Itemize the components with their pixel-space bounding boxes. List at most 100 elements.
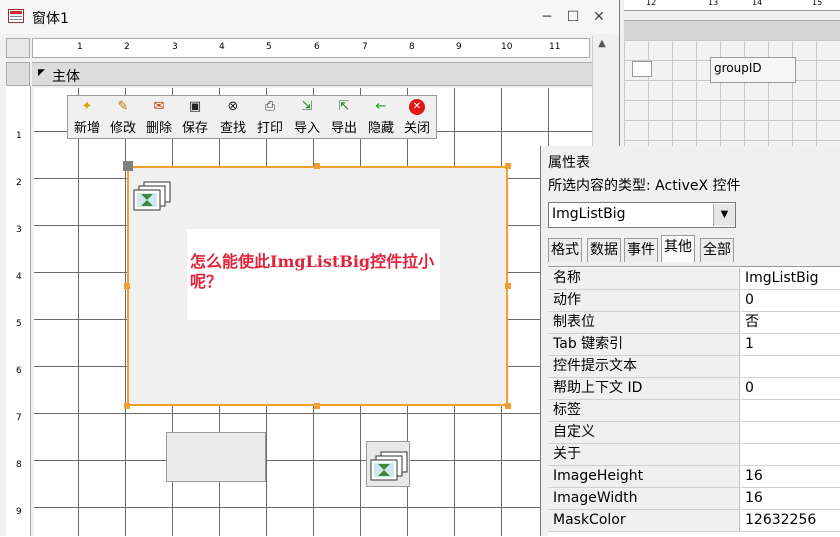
property-row[interactable]: 动作 0 bbox=[548, 290, 840, 312]
background-checkbox[interactable] bbox=[632, 61, 652, 77]
find-label: 查找 bbox=[219, 121, 246, 136]
property-value[interactable] bbox=[741, 444, 840, 465]
delete-icon: ✉ bbox=[153, 99, 165, 114]
import-button[interactable]: ⇲ 导入 bbox=[290, 99, 324, 137]
resize-handle-left[interactable] bbox=[124, 283, 130, 289]
ruler-tick: 6 bbox=[314, 42, 320, 52]
section-collapse-icon[interactable]: ◤ bbox=[38, 68, 45, 78]
delete-button[interactable]: ✉ 删除 bbox=[142, 99, 176, 137]
property-row[interactable]: 名称 ImgListBig bbox=[548, 268, 840, 290]
ruler-tick: 2 bbox=[124, 42, 130, 52]
property-row[interactable]: 标签 bbox=[548, 400, 840, 422]
selection-type-label: 所选内容的类型: ActiveX 控件 bbox=[548, 178, 741, 194]
new-label: 新增 bbox=[73, 121, 100, 136]
property-row[interactable]: ImageWidth 16 bbox=[548, 488, 840, 510]
property-row[interactable]: 制表位否 bbox=[548, 312, 840, 334]
resize-handle-bottom-left[interactable] bbox=[124, 403, 130, 409]
ruler-tick: 7 bbox=[16, 413, 22, 423]
property-name: 名称 bbox=[548, 268, 740, 289]
ruler-tick: 5 bbox=[266, 42, 272, 52]
tab-data[interactable]: 数据 bbox=[587, 238, 621, 262]
arrow-left-icon: ← bbox=[375, 99, 387, 114]
groupid-field[interactable]: groupID bbox=[710, 57, 796, 83]
binoculars-icon: ⊗ bbox=[227, 99, 239, 114]
property-value[interactable]: 0 bbox=[741, 290, 840, 311]
ruler-tick: 14 bbox=[752, 0, 763, 7]
tab-event[interactable]: 事件 bbox=[624, 238, 658, 262]
resize-handle-top[interactable] bbox=[314, 163, 320, 169]
imagelist-control-small[interactable] bbox=[366, 441, 410, 487]
property-value[interactable]: 否 bbox=[741, 312, 840, 333]
minimize-button[interactable]: ─ bbox=[537, 8, 557, 26]
horizontal-ruler[interactable]: 1 2 3 4 5 6 7 8 9 10 11 bbox=[32, 38, 590, 58]
print-button[interactable]: ⎙ 打印 bbox=[253, 99, 287, 137]
unbound-control[interactable] bbox=[166, 432, 266, 482]
property-row[interactable]: 帮助上下文 ID 0 bbox=[548, 378, 840, 400]
ruler-tick: 11 bbox=[549, 42, 561, 52]
property-name: MaskColor bbox=[548, 510, 740, 531]
property-row[interactable]: 关于 bbox=[548, 444, 840, 466]
close-form-button[interactable]: ✕ 关闭 bbox=[400, 99, 434, 137]
section-header-detail[interactable] bbox=[32, 62, 592, 86]
find-button[interactable]: ⊗ 查找 bbox=[216, 99, 250, 137]
property-name: ImageWidth bbox=[548, 488, 740, 509]
property-value[interactable]: 1 bbox=[741, 334, 840, 355]
ruler-tick: 4 bbox=[219, 42, 225, 52]
property-name: 关于 bbox=[548, 444, 740, 465]
move-handle[interactable] bbox=[123, 161, 133, 171]
property-row[interactable]: 自定义 bbox=[548, 422, 840, 444]
property-row[interactable]: Tab 键索引 1 bbox=[548, 334, 840, 356]
property-row[interactable]: MaskColor 12632256 bbox=[548, 510, 840, 532]
tab-format[interactable]: 格式 bbox=[548, 238, 582, 262]
save-icon: ▣ bbox=[188, 99, 202, 114]
ruler-tick: 8 bbox=[16, 460, 22, 470]
edit-label: 修改 bbox=[109, 121, 136, 136]
save-button[interactable]: ▣ 保存 bbox=[178, 99, 212, 137]
printer-icon: ⎙ bbox=[264, 99, 276, 114]
edit-button[interactable]: ✎ 修改 bbox=[106, 99, 140, 137]
imagelist-icon bbox=[370, 451, 408, 481]
tab-all[interactable]: 全部 bbox=[700, 238, 734, 262]
property-value[interactable]: 16 bbox=[741, 466, 840, 487]
property-row[interactable]: ImageHeight 16 bbox=[548, 466, 840, 488]
export-button[interactable]: ⇱ 导出 bbox=[327, 99, 361, 137]
property-value[interactable] bbox=[741, 356, 840, 377]
tab-other[interactable]: 其他 bbox=[661, 235, 695, 262]
property-value[interactable]: 16 bbox=[741, 488, 840, 509]
close-button[interactable]: ✕ bbox=[589, 8, 609, 26]
ruler-tick: 9 bbox=[16, 507, 22, 517]
property-value[interactable]: 0 bbox=[741, 378, 840, 399]
toolbar-control[interactable]: ✦ 新增 ✎ 修改 ✉ 删除 ▣ 保存 ⊗ 查找 ⎙ 打印 ⇲ 导入 ⇱ 导出 … bbox=[67, 95, 437, 139]
annotation-question: 怎么能使此ImgListBig控件拉小呢？ bbox=[190, 252, 435, 291]
resize-handle-bottom[interactable] bbox=[314, 403, 320, 409]
ruler-tick: 10 bbox=[501, 42, 513, 52]
resize-handle-bottom-right[interactable] bbox=[505, 403, 511, 409]
vertical-ruler[interactable]: 1 2 3 4 5 6 7 8 9 bbox=[6, 86, 31, 536]
scroll-up-icon[interactable]: ▲ bbox=[595, 38, 609, 52]
chevron-down-icon[interactable]: ▼ bbox=[713, 204, 735, 226]
window-title: 窗体1 bbox=[32, 11, 69, 27]
property-value[interactable] bbox=[741, 422, 840, 443]
ruler-tick: 7 bbox=[362, 42, 368, 52]
ruler-corner[interactable] bbox=[6, 38, 30, 58]
property-name: 制表位 bbox=[548, 312, 740, 333]
property-name: 帮助上下文 ID bbox=[548, 378, 740, 399]
property-sheet-title: 属性表 bbox=[548, 155, 590, 171]
property-value[interactable]: 12632256 bbox=[741, 510, 840, 531]
property-value[interactable]: ImgListBig bbox=[741, 268, 840, 289]
maximize-button[interactable]: ☐ bbox=[563, 8, 583, 26]
property-row[interactable]: 控件提示文本 bbox=[548, 356, 840, 378]
section-selector[interactable] bbox=[6, 62, 30, 86]
resize-handle-top-right[interactable] bbox=[505, 163, 511, 169]
resize-handle-right[interactable] bbox=[505, 283, 511, 289]
new-button[interactable]: ✦ 新增 bbox=[70, 99, 104, 137]
hide-button[interactable]: ← 隐藏 bbox=[364, 99, 398, 137]
ruler-tick: 4 bbox=[16, 272, 22, 282]
property-name: 动作 bbox=[548, 290, 740, 311]
ruler-tick: 15 bbox=[812, 0, 823, 7]
property-value[interactable] bbox=[741, 400, 840, 421]
delete-label: 删除 bbox=[145, 121, 172, 136]
new-icon: ✦ bbox=[81, 99, 93, 114]
export-label: 导出 bbox=[330, 121, 357, 136]
property-name: Tab 键索引 bbox=[548, 334, 740, 355]
